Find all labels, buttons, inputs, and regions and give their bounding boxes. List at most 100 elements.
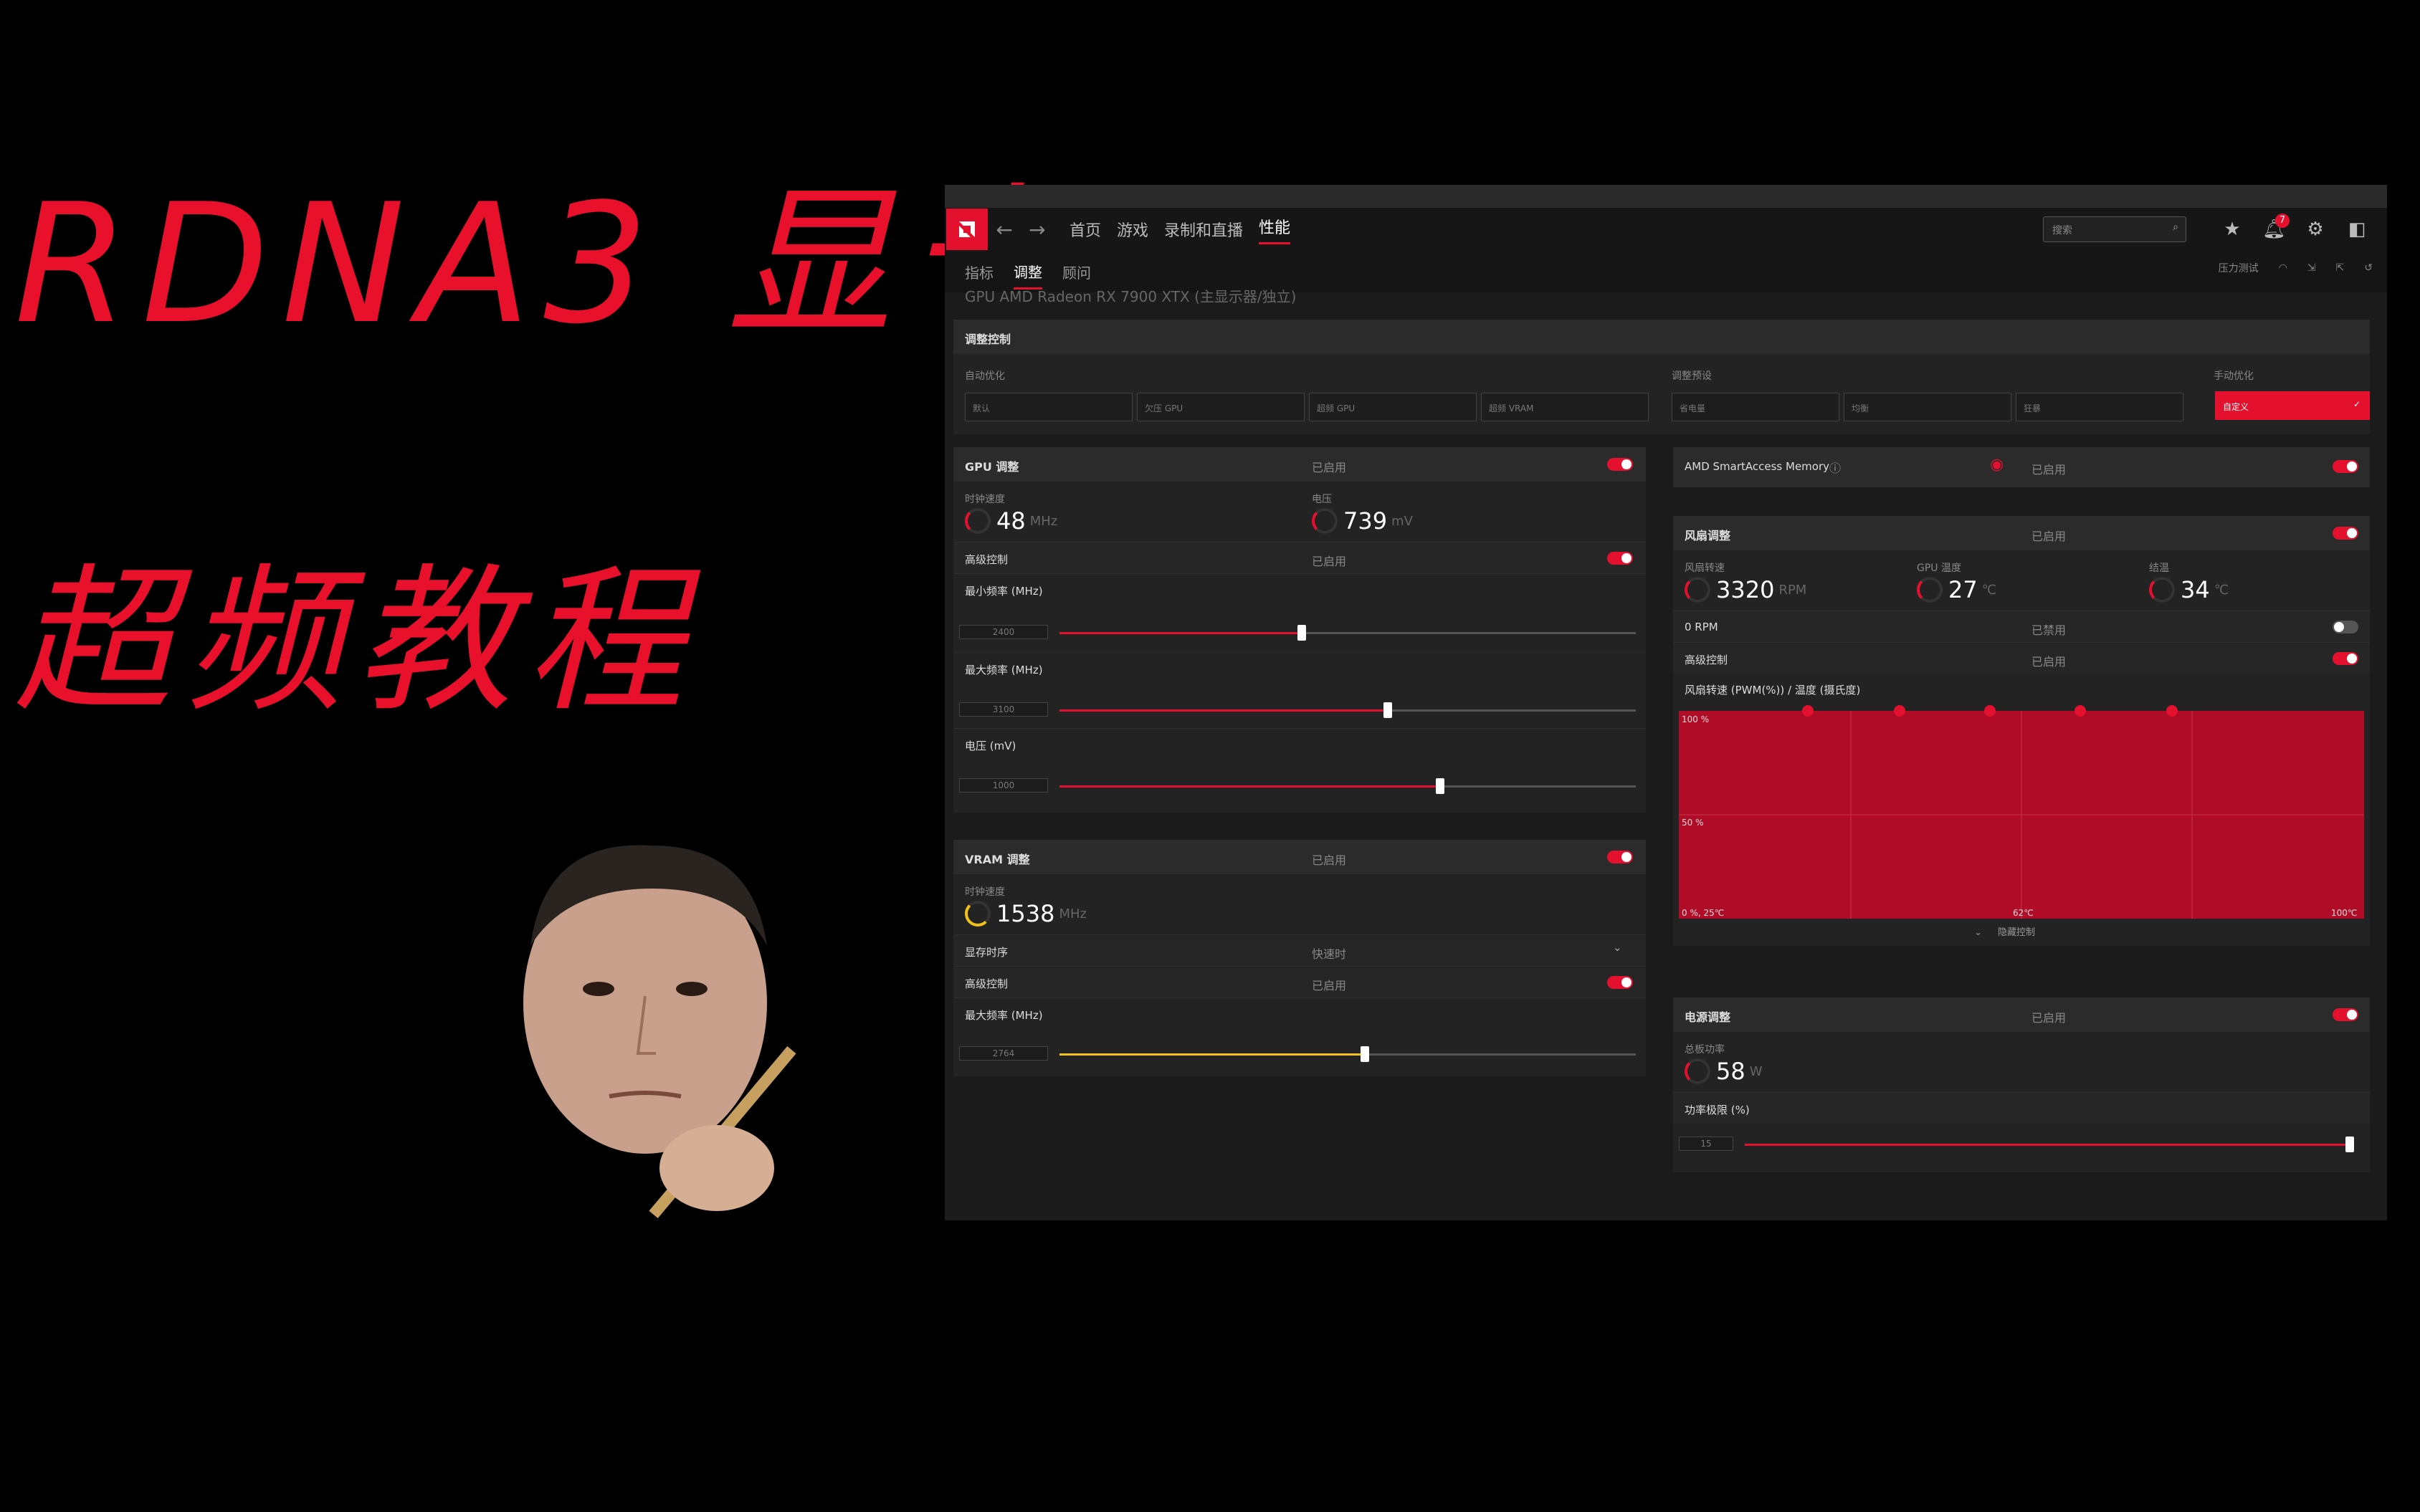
presenter-image bbox=[523, 845, 796, 1219]
undervolt-gpu-button[interactable]: 欠压 GPU bbox=[1137, 393, 1305, 421]
vram-clock-metric: 1538 MHz bbox=[965, 900, 1087, 927]
memory-timing-label: 显存时序 bbox=[965, 946, 1009, 959]
stress-test-label[interactable]: 压力测试 bbox=[2219, 261, 2259, 275]
nav-games[interactable]: 游戏 bbox=[1117, 218, 1148, 241]
vram-max-freq-slider[interactable] bbox=[1059, 1046, 1636, 1062]
vram-max-freq-row: 最大频率 (MHz) bbox=[953, 997, 1646, 1029]
search-input[interactable]: 搜索 ⌕ bbox=[2043, 216, 2186, 242]
vram-clock-label: 时钟速度 bbox=[965, 886, 1005, 898]
fan-advanced-toggle[interactable] bbox=[2333, 652, 2358, 665]
favorites-star-icon[interactable]: ★ bbox=[2221, 218, 2244, 241]
gpu-clock-metric: 48 MHz bbox=[965, 507, 1057, 535]
power-tuning-toggle[interactable] bbox=[2333, 1008, 2358, 1021]
fan-curve-point[interactable] bbox=[2166, 705, 2178, 717]
gpu-temp-metric: 27 ℃ bbox=[1917, 576, 1996, 603]
import-icon[interactable]: ⇲ bbox=[2307, 262, 2316, 274]
fan-curve-x-start: 0 %, 25℃ bbox=[1682, 908, 1724, 918]
fan-speed-gauge bbox=[1685, 577, 1710, 603]
fan-curve-x-end: 100℃ bbox=[2331, 908, 2357, 918]
preset-rage-button[interactable]: 狂暴 bbox=[2016, 393, 2183, 421]
gpu-voltage-value: 739 bbox=[1343, 507, 1388, 535]
junction-temp-gauge bbox=[2149, 577, 2175, 603]
power-limit-input[interactable]: 15 bbox=[1679, 1137, 1733, 1151]
overclock-gpu-button[interactable]: 超频 GPU bbox=[1309, 393, 1477, 421]
nav-performance[interactable]: 性能 bbox=[1259, 215, 1291, 244]
window-titlebar bbox=[945, 185, 2387, 208]
gpu-clock-label: 时钟速度 bbox=[965, 494, 1005, 505]
notification-badge: 7 bbox=[2275, 214, 2290, 228]
memory-timing-row[interactable]: 显存时序 快速时 ⌄ bbox=[953, 934, 1646, 966]
voltage-slider-knob[interactable] bbox=[1435, 778, 1444, 794]
min-freq-slider[interactable] bbox=[1059, 625, 1636, 641]
vram-tuning-toggle[interactable] bbox=[1607, 851, 1633, 863]
max-freq-slider-knob[interactable] bbox=[1383, 702, 1393, 718]
gpu-advanced-toggle[interactable] bbox=[1607, 552, 1633, 565]
forward-arrow-icon[interactable]: → bbox=[1021, 218, 1054, 241]
max-freq-input[interactable]: 3100 bbox=[959, 702, 1048, 717]
power-tuning-title: 电源调整 bbox=[1673, 997, 2370, 1032]
chevron-down-icon[interactable]: ⌄ bbox=[1613, 941, 1622, 954]
vram-clock-unit: MHz bbox=[1059, 906, 1087, 922]
vram-max-freq-slider-knob[interactable] bbox=[1361, 1046, 1370, 1062]
fan-speed-label: 风扇转速 bbox=[1685, 563, 1725, 574]
export-icon[interactable]: ⇱ bbox=[2336, 262, 2345, 274]
fan-curve-point[interactable] bbox=[1984, 705, 1996, 717]
max-freq-row: 最大频率 (MHz) bbox=[953, 652, 1646, 684]
gpu-selector[interactable]: GPU AMD Radeon RX 7900 XTX (主显示器/独立) bbox=[965, 285, 1296, 306]
help-icon[interactable]: ⓘ bbox=[1829, 459, 1841, 476]
gpu-temp-unit: ℃ bbox=[1981, 582, 1996, 598]
overclock-vram-button[interactable]: 超频 VRAM bbox=[1481, 393, 1649, 421]
nav-home[interactable]: 首页 bbox=[1070, 218, 1101, 241]
vram-advanced-toggle[interactable] bbox=[1607, 976, 1633, 989]
vram-max-freq-input[interactable]: 2764 bbox=[959, 1046, 1048, 1061]
voltage-input[interactable]: 1000 bbox=[959, 778, 1048, 793]
vram-tuning-state: 已启用 bbox=[1312, 853, 1347, 867]
fan-curve-point[interactable] bbox=[2074, 705, 2086, 717]
power-limit-slider[interactable] bbox=[1745, 1137, 2354, 1152]
tab-metrics[interactable]: 指标 bbox=[965, 262, 994, 282]
amd-logo-icon[interactable] bbox=[946, 209, 988, 250]
vram-clock-gauge bbox=[965, 901, 991, 927]
min-freq-slider-knob[interactable] bbox=[1297, 625, 1306, 641]
gauge-icon[interactable]: ◠ bbox=[2279, 262, 2287, 274]
fan-tuning-state: 已启用 bbox=[2031, 530, 2067, 543]
gpu-tuning-toggle[interactable] bbox=[1607, 458, 1633, 471]
preset-label: 调整预设 bbox=[1672, 370, 1712, 382]
fan-curve-chart[interactable]: 100 % 50 % 0 %, 25℃ 62℃ 100℃ bbox=[1679, 697, 2364, 920]
max-freq-label: 最大频率 (MHz) bbox=[965, 664, 1043, 676]
gpu-voltage-metric: 739 mV bbox=[1312, 507, 1413, 535]
hide-controls-button[interactable]: ⌄ 隐藏控制 bbox=[1974, 924, 2035, 938]
fan-tuning-toggle[interactable] bbox=[2333, 527, 2358, 540]
fan-tuning-panel: 风扇调整 已启用 风扇转速 3320 RPM GPU 温度 27 ℃ 结温 34 ℃ … bbox=[1673, 516, 2370, 946]
fan-curve-point[interactable] bbox=[1894, 705, 1905, 717]
gpu-clock-gauge bbox=[965, 508, 991, 534]
sidebar-toggle-icon[interactable]: ◧ bbox=[2345, 218, 2368, 241]
nav-record-stream[interactable]: 录制和直播 bbox=[1164, 218, 1243, 241]
subnav-actions: 压力测试 ◠ ⇲ ⇱ ↺ bbox=[2219, 261, 2373, 275]
fan-curve-y-top: 100 % bbox=[1682, 714, 1709, 724]
notifications-bell-icon[interactable]: 🔔︎ 7 bbox=[2262, 214, 2290, 241]
gpu-advanced-row: 高级控制 已启用 bbox=[953, 542, 1646, 573]
search-icon: ⌕ bbox=[2173, 221, 2178, 233]
back-arrow-icon[interactable]: ← bbox=[988, 218, 1021, 241]
top-nav: ← → 首页 游戏 录制和直播 性能 搜索 ⌕ ★ 🔔︎ 7 ⚙ ◧ bbox=[945, 208, 2387, 251]
voltage-slider[interactable] bbox=[1059, 778, 1636, 794]
auto-tuning-label: 自动优化 bbox=[965, 370, 1005, 382]
preset-balanced-button[interactable]: 均衡 bbox=[1844, 393, 2011, 421]
junction-temp-metric: 34 ℃ bbox=[2149, 576, 2229, 603]
preset-quiet-button[interactable]: 省电量 bbox=[1672, 393, 1839, 421]
custom-button[interactable]: 自定义 ✓ bbox=[2215, 391, 2370, 420]
preset-default-button[interactable]: 默认 bbox=[965, 393, 1133, 421]
gpu-voltage-unit: mV bbox=[1391, 513, 1413, 529]
sam-toggle[interactable] bbox=[2333, 460, 2358, 473]
gpu-tuning-state: 已启用 bbox=[1312, 461, 1347, 474]
sam-badge-icon: ◉ bbox=[1990, 456, 2004, 474]
zero-rpm-toggle[interactable] bbox=[2333, 621, 2358, 633]
power-limit-slider-knob[interactable] bbox=[2345, 1137, 2354, 1152]
fan-curve-point[interactable] bbox=[1802, 705, 1814, 717]
max-freq-slider[interactable] bbox=[1059, 702, 1636, 718]
tab-advisor[interactable]: 顾问 bbox=[1062, 262, 1091, 282]
reset-icon[interactable]: ↺ bbox=[2364, 262, 2373, 274]
min-freq-input[interactable]: 2400 bbox=[959, 625, 1048, 639]
settings-gear-icon[interactable]: ⚙ bbox=[2304, 218, 2327, 241]
